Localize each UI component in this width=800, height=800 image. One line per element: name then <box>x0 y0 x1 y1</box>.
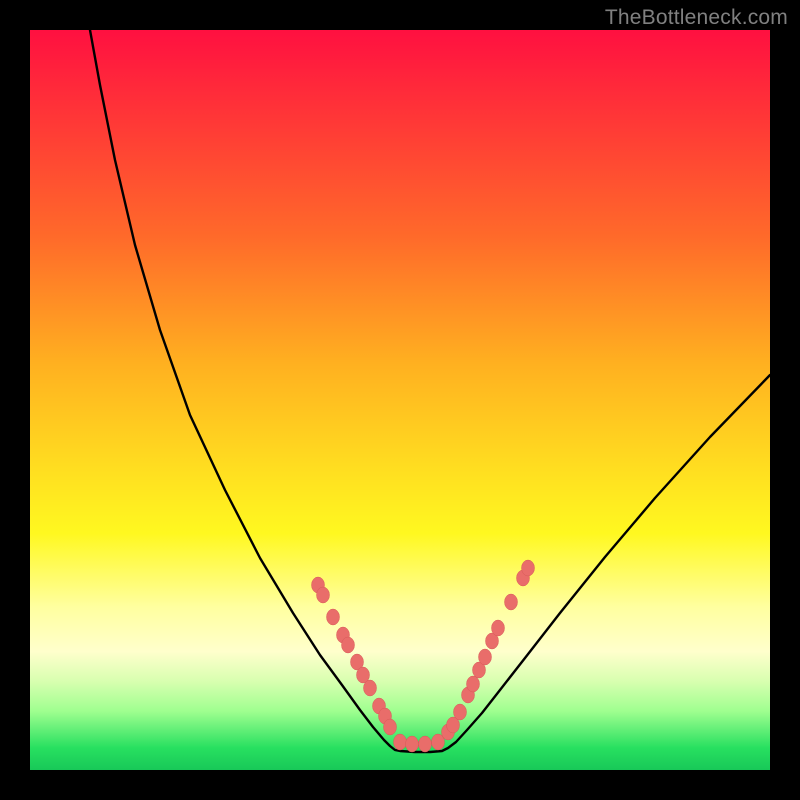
bottleneck-curve <box>90 30 770 752</box>
curve-marker <box>505 594 518 610</box>
curve-marker <box>406 736 419 752</box>
curve-layer <box>30 30 770 770</box>
curve-marker <box>327 609 340 625</box>
curve-marker <box>492 620 505 636</box>
curve-marker <box>479 649 492 665</box>
curve-marker <box>454 704 467 720</box>
watermark-text: TheBottleneck.com <box>605 6 788 30</box>
curve-marker <box>342 637 355 653</box>
curve-marker <box>522 560 535 576</box>
curve-marker <box>384 719 397 735</box>
chart-frame: TheBottleneck.com <box>0 0 800 800</box>
plot-area <box>30 30 770 770</box>
curve-marker <box>419 736 432 752</box>
curve-markers <box>312 560 535 752</box>
curve-marker <box>394 734 407 750</box>
curve-marker <box>467 676 480 692</box>
curve-marker <box>364 680 377 696</box>
curve-marker <box>317 587 330 603</box>
